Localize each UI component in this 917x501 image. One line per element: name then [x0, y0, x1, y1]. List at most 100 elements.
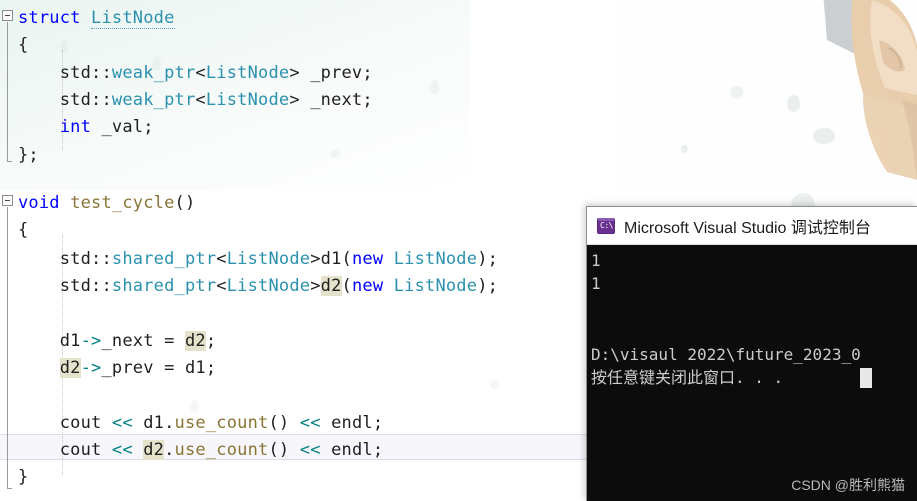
code-token: };	[18, 145, 39, 165]
code-token: <<	[111, 413, 133, 433]
code-token: std	[18, 90, 92, 110]
code-token: <<	[299, 440, 321, 460]
code-token: ->	[80, 331, 102, 351]
code-token: ()	[268, 440, 300, 460]
code-token: <	[195, 63, 206, 83]
code-line: struct ListNode	[18, 5, 175, 32]
code-token: shared_ptr	[111, 276, 217, 296]
code-token: ::	[91, 90, 112, 110]
decor-blob	[681, 145, 688, 153]
code-token: <<	[299, 413, 321, 433]
code-token: use_count	[174, 413, 269, 433]
code-token: ListNode	[393, 249, 478, 269]
code-token: .	[164, 440, 175, 460]
code-token: endl;	[320, 440, 384, 460]
code-line: int _val;	[18, 114, 154, 141]
code-token: <<	[111, 440, 133, 460]
code-line: void test_cycle()	[18, 190, 195, 217]
code-line: };	[18, 142, 39, 169]
editor-gutter[interactable]	[0, 0, 18, 501]
console-caret	[860, 368, 872, 388]
code-token: ()	[268, 413, 300, 433]
code-token: {	[18, 35, 29, 55]
code-token: std	[18, 249, 92, 269]
code-line: {	[18, 217, 28, 244]
decor-blob	[330, 150, 340, 158]
code-token: d2	[320, 276, 342, 296]
code-token: _val;	[91, 117, 154, 137]
code-token: d2	[143, 440, 165, 460]
console-window-icon	[597, 217, 615, 234]
console-title-bar[interactable]: Microsoft Visual Studio 调试控制台	[587, 207, 917, 245]
code-token: >	[310, 276, 321, 296]
code-line: cout << d2.use_count() << endl;	[18, 437, 383, 464]
code-token: <	[216, 276, 227, 296]
code-token: ListNode	[205, 63, 290, 83]
code-token: std	[18, 276, 92, 296]
code-token: weak_ptr	[111, 63, 196, 83]
code-line: std::shared_ptr<ListNode>d2(new ListNode…	[18, 273, 498, 300]
code-line: std::weak_ptr<ListNode> _prev;	[18, 60, 373, 87]
code-token: _next =	[101, 331, 185, 351]
code-token: weak_ptr	[111, 90, 196, 110]
code-token: ListNode	[393, 276, 478, 296]
fold-toggle-icon[interactable]	[2, 195, 13, 206]
code-token: <	[216, 249, 227, 269]
console-output-line: 按任意键关闭此窗口. . .	[591, 368, 784, 387]
code-token: );	[477, 249, 499, 269]
code-line: std::weak_ptr<ListNode> _next;	[18, 87, 373, 114]
code-token: >d1(	[310, 249, 352, 269]
code-token: (	[341, 276, 352, 296]
code-token: {	[18, 220, 29, 240]
code-token: use_count	[174, 440, 269, 460]
code-token: cout	[18, 413, 112, 433]
code-token: shared_ptr	[111, 249, 217, 269]
code-token: > _prev;	[289, 63, 373, 83]
console-output-line: D:\visaul 2022\future_2023_0	[591, 345, 861, 364]
code-token: test_cycle	[70, 193, 175, 213]
code-token: ListNode	[226, 249, 311, 269]
console-output-area[interactable]: 1 1 D:\visaul 2022\future_2023_0 按任意键关闭此窗口.…	[587, 245, 917, 501]
code-token: void	[18, 193, 60, 213]
code-token: _prev = d1;	[101, 358, 217, 378]
code-token: d2	[59, 358, 81, 378]
decor-blob	[813, 128, 835, 144]
fold-range-line	[7, 22, 12, 162]
code-token: <	[195, 90, 206, 110]
code-token: ->	[80, 358, 102, 378]
fold-toggle-icon[interactable]	[2, 10, 13, 21]
code-token: int	[59, 117, 92, 137]
code-line: }	[18, 464, 28, 491]
code-token: ()	[174, 193, 196, 213]
code-token: ;	[205, 331, 217, 351]
code-token: > _next;	[289, 90, 373, 110]
code-token: ListNode	[91, 8, 175, 29]
code-token: ListNode	[226, 276, 311, 296]
code-token: d1	[18, 331, 81, 351]
code-token: ::	[91, 63, 112, 83]
code-token: d1.	[132, 413, 175, 433]
debug-console-window[interactable]: Microsoft Visual Studio 调试控制台 1 1 D:\visau…	[586, 206, 917, 501]
code-line: d2->_prev = d1;	[18, 355, 216, 382]
console-output-line: 1	[591, 274, 601, 293]
console-title-text: Microsoft Visual Studio 调试控制台	[624, 219, 871, 237]
decor-blob	[787, 95, 800, 112]
code-token: struct	[18, 8, 92, 28]
code-line: cout << d1.use_count() << endl;	[18, 410, 383, 437]
code-token: endl;	[320, 413, 384, 433]
code-token: std	[18, 63, 92, 83]
code-line: {	[18, 32, 28, 59]
code-token: );	[477, 276, 499, 296]
decor-blob	[430, 80, 439, 94]
code-token: }	[18, 467, 29, 487]
code-token: new	[351, 249, 384, 269]
code-token: ::	[91, 249, 112, 269]
code-token: new	[351, 276, 384, 296]
decor-blob	[490, 380, 500, 389]
